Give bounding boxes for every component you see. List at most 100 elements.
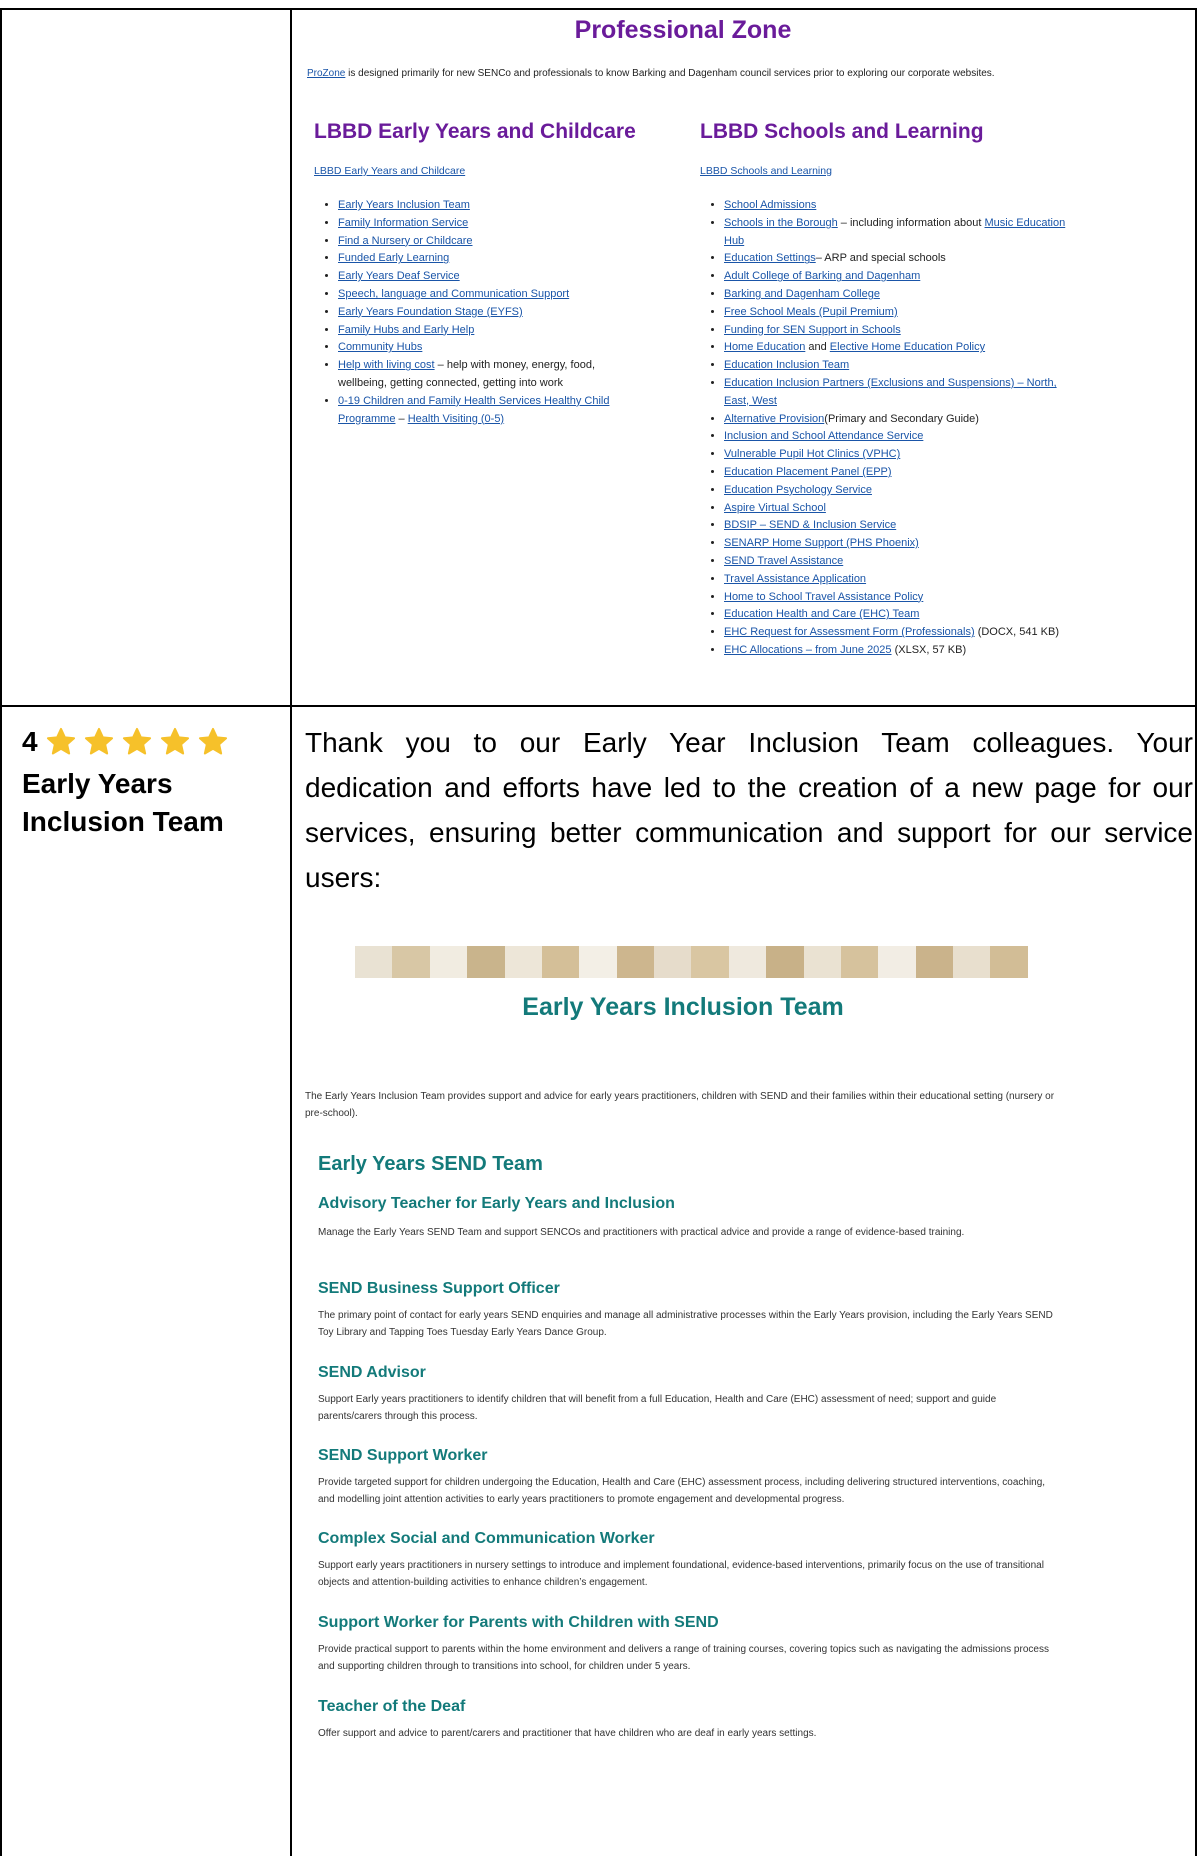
list-item-link[interactable]: Vulnerable Pupil Hot Clinics (VPHC) [724, 448, 900, 460]
early-years-page-title: Early Years Inclusion Team [522, 993, 844, 1021]
list-item: Adult College of Barking and Dagenham [724, 268, 1066, 286]
banner-stripe [840, 946, 879, 978]
list-item-link[interactable]: Find a Nursery or Childcare [338, 235, 473, 247]
schools-learning-heading: LBBD Schools and Learning [700, 120, 984, 143]
list-item: BDSIP – SEND & Inclusion Service [724, 517, 1066, 535]
list-item-link[interactable]: Aspire Virtual School [724, 502, 826, 514]
banner-image [355, 946, 1028, 978]
role-description: Support early years practitioners in nur… [318, 1560, 1044, 1588]
list-item: Funded Early Learning [338, 250, 638, 268]
list-item-link[interactable]: Family Information Service [338, 217, 468, 229]
list-item-link[interactable]: Adult College of Barking and Dagenham [724, 270, 920, 282]
thank-you-message: Thank you to our Early Year Inclusion Te… [305, 727, 1193, 893]
banner-stripe [579, 946, 617, 978]
early-years-childcare-heading: LBBD Early Years and Childcare [314, 120, 636, 143]
early-years-page-screenshot: Early Years Inclusion Team The Early Yea… [303, 940, 1063, 1850]
list-item: Help with living cost – help with money,… [338, 357, 638, 393]
banner-stripe [355, 946, 393, 978]
role-title: SEND Business Support Officer [318, 1280, 560, 1297]
list-item: Home Education and Elective Home Educati… [724, 339, 1066, 357]
list-item-link[interactable]: Early Years Foundation Stage (EYFS) [338, 306, 523, 318]
star-icon [122, 727, 151, 755]
list-item-link[interactable]: SEND Travel Assistance [724, 555, 843, 567]
list-item: Early Years Inclusion Team [338, 197, 638, 215]
prozone-link[interactable]: ProZone [307, 68, 345, 79]
list-item-link[interactable]: SENARP Home Support (PHS Phoenix) [724, 537, 919, 549]
list-item: Aspire Virtual School [724, 500, 1066, 518]
list-item-link[interactable]: Education Placement Panel (EPP) [724, 466, 892, 478]
early-years-intro: The Early Years Inclusion Team provides … [305, 1091, 1055, 1119]
list-item-text: and [805, 341, 830, 354]
send-team-heading: Early Years SEND Team [318, 1153, 543, 1175]
list-item-text: – [395, 412, 408, 425]
banner-stripe [654, 946, 692, 978]
star-icon [160, 727, 189, 755]
star-icon [84, 727, 113, 755]
list-item-link[interactable]: EHC Request for Assessment Form (Profess… [724, 626, 975, 638]
list-item: Barking and Dagenham College [724, 286, 1066, 304]
list-item-link[interactable]: Early Years Inclusion Team [338, 199, 470, 211]
list-item-link[interactable]: Travel Assistance Application [724, 573, 866, 585]
list-item-link[interactable]: Schools in the Borough [724, 217, 838, 229]
role-title: Complex Social and Communication Worker [318, 1530, 655, 1547]
professional-zone-screenshot: Professional Zone ProZone is designed pr… [303, 10, 1066, 700]
list-item-link[interactable]: Inclusion and School Attendance Service [724, 430, 923, 442]
list-item-link[interactable]: Home to School Travel Assistance Policy [724, 591, 923, 603]
table-row-divider [0, 705, 1197, 707]
list-item-link[interactable]: Education Psychology Service [724, 484, 872, 496]
list-item: 0-19 Children and Family Health Services… [338, 393, 638, 429]
schools-link-list: School Admissions Schools in the Borough … [700, 197, 1066, 660]
list-item-text: (XLSX, 57 KB) [891, 643, 967, 656]
list-item-link[interactable]: Speech, language and Communication Suppo… [338, 288, 569, 300]
list-item-text: (Primary and Secondary Guide) [824, 412, 979, 425]
banner-stripe [915, 946, 953, 978]
list-item: SEND Travel Assistance [724, 553, 1066, 571]
list-item-link[interactable]: Barking and Dagenham College [724, 288, 880, 300]
list-item-link[interactable]: Help with living cost [338, 359, 435, 371]
list-item: Travel Assistance Application [724, 571, 1066, 589]
team-name: Early Years Inclusion Team [22, 768, 224, 837]
banner-stripe [429, 946, 468, 978]
star-icon [46, 727, 75, 755]
list-item-link[interactable]: Elective Home Education Policy [830, 341, 985, 353]
professional-zone-intro: ProZone is designed primarily for new SE… [307, 68, 995, 79]
list-item-link[interactable]: Home Education [724, 341, 805, 353]
list-item: Education Settings– ARP and special scho… [724, 250, 1066, 268]
role-description: Provide targeted support for children un… [318, 1477, 1046, 1505]
list-item: Community Hubs [338, 339, 638, 357]
list-item-link[interactable]: Funding for SEN Support in Schools [724, 324, 901, 336]
list-item: Education Psychology Service [724, 482, 1066, 500]
list-item-link[interactable]: Community Hubs [338, 341, 422, 353]
schools-learning-link[interactable]: LBBD Schools and Learning [700, 165, 832, 177]
early-years-link-list: Early Years Inclusion Team Family Informa… [314, 197, 638, 428]
banner-stripe [990, 946, 1028, 978]
list-item-link[interactable]: BDSIP – SEND & Inclusion Service [724, 519, 896, 531]
list-item-link[interactable]: Education Inclusion Team [724, 359, 849, 371]
list-item-link[interactable]: Health Visiting (0-5) [408, 413, 504, 425]
role-description: The primary point of contact for early y… [318, 1310, 1053, 1338]
role-title: Teacher of the Deaf [318, 1698, 466, 1715]
list-item: Schools in the Borough – including infor… [724, 215, 1066, 251]
list-item-link[interactable]: Family Hubs and Early Help [338, 324, 474, 336]
list-item-link[interactable]: Education Health and Care (EHC) Team [724, 608, 919, 620]
list-item-link[interactable]: Education Settings [724, 252, 816, 264]
list-item: Education Placement Panel (EPP) [724, 464, 1066, 482]
list-item-link[interactable]: Free School Meals (Pupil Premium) [724, 306, 898, 318]
list-item-link[interactable]: EHC Allocations – from June 2025 [724, 644, 892, 656]
rank-label: 4 [22, 726, 234, 758]
banner-stripe [691, 946, 729, 978]
banner-stripe [953, 946, 991, 978]
star-icon [198, 727, 227, 755]
list-item: Family Hubs and Early Help [338, 322, 638, 340]
role-title: Advisory Teacher for Early Years and Inc… [318, 1195, 675, 1212]
list-item-link[interactable]: School Admissions [724, 199, 816, 211]
banner-stripe [616, 946, 654, 978]
list-item-link[interactable]: Funded Early Learning [338, 252, 449, 264]
list-item: EHC Request for Assessment Form (Profess… [724, 624, 1066, 642]
list-item-link[interactable]: Alternative Provision [724, 413, 824, 425]
early-years-childcare-link[interactable]: LBBD Early Years and Childcare [314, 165, 465, 177]
intro-text: is designed primarily for new SENCo and … [345, 68, 995, 79]
list-item-link[interactable]: Education Inclusion Partners (Exclusions… [724, 377, 1057, 407]
list-item-link[interactable]: Early Years Deaf Service [338, 270, 460, 282]
list-item: Vulnerable Pupil Hot Clinics (VPHC) [724, 446, 1066, 464]
